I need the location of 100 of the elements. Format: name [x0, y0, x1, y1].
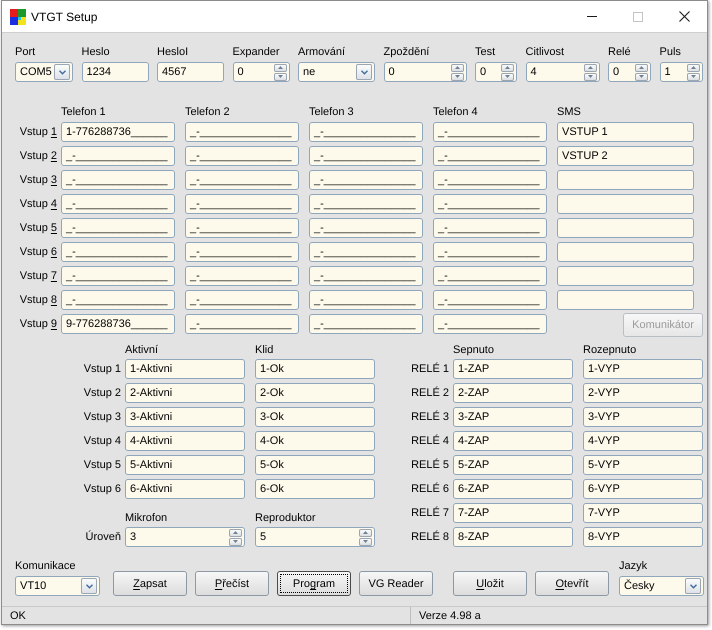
- phone-field[interactable]: _-_______________: [309, 146, 423, 166]
- phone-field[interactable]: _-_______________: [185, 290, 299, 310]
- dropdown-field[interactable]: COM5: [15, 62, 73, 82]
- phone-field[interactable]: _-_______________: [61, 218, 175, 238]
- text-field[interactable]: 4567: [157, 62, 224, 82]
- phone-field[interactable]: _-_______________: [309, 290, 423, 310]
- message-field[interactable]: 1-Ok: [255, 359, 375, 379]
- spin-field[interactable]: 5: [255, 527, 375, 547]
- sms-field[interactable]: [557, 290, 694, 310]
- spin-up-button[interactable]: [359, 528, 372, 536]
- dropdown-field[interactable]: VT10: [15, 576, 100, 596]
- message-field[interactable]: 6-Ok: [255, 479, 375, 499]
- sms-field[interactable]: VSTUP 2: [557, 146, 694, 166]
- phone-field[interactable]: _-_______________: [433, 194, 547, 214]
- phone-field[interactable]: _-_______________: [433, 242, 547, 262]
- phone-field[interactable]: _-_______________: [61, 242, 175, 262]
- sms-field[interactable]: [557, 194, 694, 214]
- dropdown-button[interactable]: [356, 64, 372, 80]
- sms-field[interactable]: [557, 170, 694, 190]
- relay-text-field[interactable]: 5-ZAP: [453, 455, 573, 475]
- relay-text-field[interactable]: 3-ZAP: [453, 407, 573, 427]
- text-field[interactable]: 1234: [82, 62, 148, 82]
- dropdown-button[interactable]: [685, 578, 701, 594]
- phone-field[interactable]: _-_______________: [433, 266, 547, 286]
- relay-text-field[interactable]: 2-ZAP: [453, 383, 573, 403]
- reader-button[interactable]: VG Reader: [359, 571, 433, 596]
- phone-field[interactable]: _-_______________: [433, 290, 547, 310]
- read-button[interactable]: Přečíst: [195, 571, 269, 596]
- message-field[interactable]: 4-Ok: [255, 431, 375, 451]
- spin-field[interactable]: 3: [125, 527, 245, 547]
- spin-down-button[interactable]: [501, 72, 514, 80]
- spin-field[interactable]: 1: [660, 62, 702, 82]
- message-field[interactable]: 5-Aktivni: [125, 455, 245, 475]
- message-field[interactable]: 6-Aktivni: [125, 479, 245, 499]
- relay-text-field[interactable]: 8-ZAP: [453, 527, 573, 547]
- message-field[interactable]: 1-Aktivni: [125, 359, 245, 379]
- sms-field[interactable]: [557, 266, 694, 286]
- sms-field[interactable]: VSTUP 1: [557, 122, 694, 142]
- phone-field[interactable]: _-_______________: [185, 170, 299, 190]
- phone-field[interactable]: 1-776288736______: [61, 122, 175, 142]
- open-button[interactable]: Otevřít: [535, 571, 609, 596]
- phone-field[interactable]: 9-776288736______: [61, 314, 175, 334]
- phone-field[interactable]: _-_______________: [185, 242, 299, 262]
- phone-field[interactable]: _-_______________: [433, 218, 547, 238]
- message-field[interactable]: 5-Ok: [255, 455, 375, 475]
- relay-text-field[interactable]: 6-VYP: [583, 479, 703, 499]
- relay-text-field[interactable]: 1-VYP: [583, 359, 703, 379]
- spin-down-button[interactable]: [229, 538, 242, 546]
- dropdown-field[interactable]: Česky: [619, 576, 704, 596]
- phone-field[interactable]: _-_______________: [61, 266, 175, 286]
- spin-field[interactable]: 0: [608, 62, 651, 82]
- phone-field[interactable]: _-_______________: [309, 314, 423, 334]
- message-field[interactable]: 4-Aktivni: [125, 431, 245, 451]
- sms-field[interactable]: [557, 218, 694, 238]
- spin-up-button[interactable]: [274, 64, 286, 72]
- phone-field[interactable]: _-_______________: [433, 122, 547, 142]
- spin-up-button[interactable]: [635, 64, 648, 72]
- write-button[interactable]: Zapsat: [113, 571, 187, 596]
- phone-field[interactable]: _-_______________: [433, 314, 547, 334]
- phone-field[interactable]: _-_______________: [309, 170, 423, 190]
- message-field[interactable]: 3-Ok: [255, 407, 375, 427]
- spin-up-button[interactable]: [686, 64, 700, 72]
- spin-down-button[interactable]: [359, 538, 372, 546]
- spin-down-button[interactable]: [274, 72, 286, 80]
- relay-text-field[interactable]: 1-ZAP: [453, 359, 573, 379]
- phone-field[interactable]: _-_______________: [61, 290, 175, 310]
- relay-text-field[interactable]: 5-VYP: [583, 455, 703, 475]
- sms-field[interactable]: [557, 242, 694, 262]
- phone-field[interactable]: _-_______________: [309, 266, 423, 286]
- relay-text-field[interactable]: 4-VYP: [583, 431, 703, 451]
- message-field[interactable]: 3-Aktivni: [125, 407, 245, 427]
- phone-field[interactable]: _-_______________: [309, 194, 423, 214]
- program-button[interactable]: Program: [277, 571, 351, 596]
- spin-down-button[interactable]: [686, 72, 700, 80]
- phone-field[interactable]: _-_______________: [309, 218, 423, 238]
- dropdown-button[interactable]: [81, 578, 97, 594]
- phone-field[interactable]: _-_______________: [61, 146, 175, 166]
- relay-text-field[interactable]: 8-VYP: [583, 527, 703, 547]
- phone-field[interactable]: _-_______________: [433, 170, 547, 190]
- spin-down-button[interactable]: [635, 72, 648, 80]
- phone-field[interactable]: _-_______________: [61, 194, 175, 214]
- spin-up-button[interactable]: [450, 64, 464, 72]
- relay-text-field[interactable]: 2-VYP: [583, 383, 703, 403]
- spin-field[interactable]: 0: [232, 62, 290, 82]
- spin-up-button[interactable]: [584, 64, 596, 72]
- phone-field[interactable]: _-_______________: [185, 218, 299, 238]
- spin-field[interactable]: 0: [384, 62, 466, 82]
- phone-field[interactable]: _-_______________: [185, 314, 299, 334]
- relay-text-field[interactable]: 4-ZAP: [453, 431, 573, 451]
- spin-up-button[interactable]: [229, 528, 242, 536]
- phone-field[interactable]: _-_______________: [185, 194, 299, 214]
- spin-up-button[interactable]: [501, 64, 514, 72]
- phone-field[interactable]: _-_______________: [433, 146, 547, 166]
- spin-field[interactable]: 4: [526, 62, 600, 82]
- phone-field[interactable]: _-_______________: [185, 146, 299, 166]
- relay-text-field[interactable]: 7-VYP: [583, 503, 703, 523]
- spin-down-button[interactable]: [584, 72, 596, 80]
- phone-field[interactable]: _-_______________: [61, 170, 175, 190]
- phone-field[interactable]: _-_______________: [185, 122, 299, 142]
- dropdown-field[interactable]: ne: [298, 62, 375, 82]
